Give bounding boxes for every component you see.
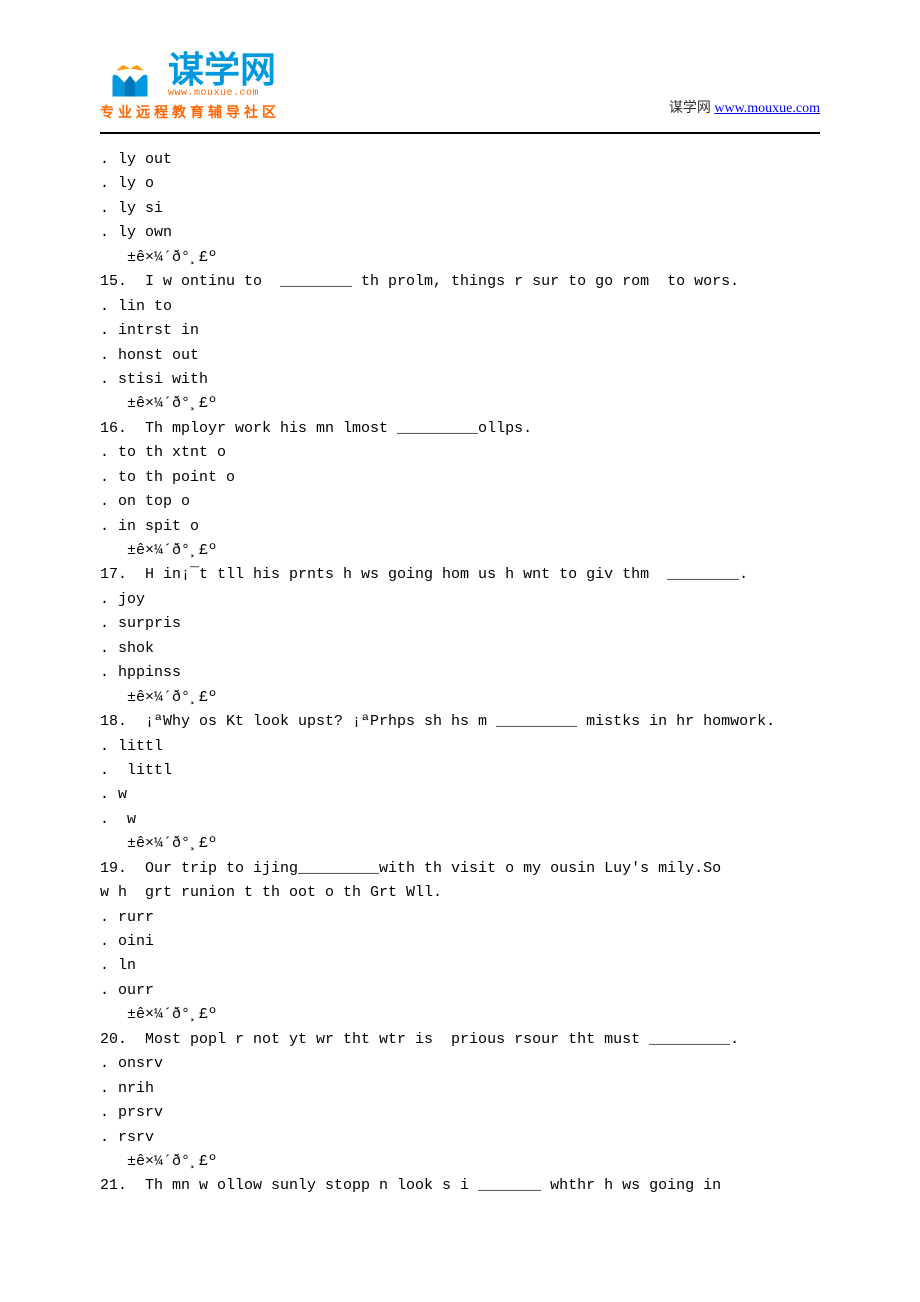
- text-line: 17. H in¡¯t tll his prnts h ws going hom…: [100, 563, 820, 587]
- text-line: 20. Most popl r not yt wr tht wtr is pri…: [100, 1028, 820, 1052]
- text-line: . hppinss: [100, 661, 820, 685]
- text-line: . ly out: [100, 148, 820, 172]
- text-line: . shok: [100, 637, 820, 661]
- logo-top: 谋学网 www.mouxue.com: [100, 50, 280, 100]
- text-line: . w: [100, 783, 820, 807]
- text-line: . surpris: [100, 612, 820, 636]
- text-line: . stisi with: [100, 368, 820, 392]
- text-line: . rurr: [100, 906, 820, 930]
- text-line: 18. ¡ªWhy os Kt look upst? ¡ªPrhps sh hs…: [100, 710, 820, 734]
- text-line: . ourr: [100, 979, 820, 1003]
- logo-graphic-icon: [100, 65, 160, 100]
- text-line: ±ê×¼´ð°¸£º: [100, 1003, 820, 1027]
- document-content: . ly out . ly o . ly si . ly own ±ê×¼´ð°…: [0, 134, 920, 1199]
- text-line: 21. Th mn w ollow sunly stopp n look s i…: [100, 1174, 820, 1198]
- text-line: . littl: [100, 735, 820, 759]
- text-line: . onsrv: [100, 1052, 820, 1076]
- text-line: ±ê×¼´ð°¸£º: [100, 392, 820, 416]
- text-line: ±ê×¼´ð°¸£º: [100, 686, 820, 710]
- text-line: ±ê×¼´ð°¸£º: [100, 539, 820, 563]
- text-line: . ly own: [100, 221, 820, 245]
- logo-text-block: 谋学网 www.mouxue.com: [168, 52, 276, 99]
- text-line: . prsrv: [100, 1101, 820, 1125]
- text-line: ±ê×¼´ð°¸£º: [100, 246, 820, 270]
- logo-chinese-text: 谋学网: [168, 52, 276, 88]
- text-line: ±ê×¼´ð°¸£º: [100, 832, 820, 856]
- header-link[interactable]: www.mouxue.com: [714, 101, 820, 116]
- text-line: . nrih: [100, 1077, 820, 1101]
- text-line: . ly o: [100, 172, 820, 196]
- text-line: . honst out: [100, 344, 820, 368]
- text-line: . lin to: [100, 295, 820, 319]
- text-line: . littl: [100, 759, 820, 783]
- header-right-text: 谋学网: [669, 101, 711, 116]
- text-line: . intrst in: [100, 319, 820, 343]
- text-line: . rsrv: [100, 1126, 820, 1150]
- logo-icon: [100, 50, 160, 100]
- text-line: . in spit o: [100, 515, 820, 539]
- text-line: . oini: [100, 930, 820, 954]
- text-line: . w: [100, 808, 820, 832]
- text-line: . joy: [100, 588, 820, 612]
- text-line: 15. I w ontinu to ________ th prolm, thi…: [100, 270, 820, 294]
- text-line: w h grt runion t th oot o th Grt Wll.: [100, 881, 820, 905]
- text-line: . ly si: [100, 197, 820, 221]
- logo-area: 谋学网 www.mouxue.com 专业远程教育辅导社区: [100, 50, 280, 122]
- text-line: . on top o: [100, 490, 820, 514]
- text-line: . ln: [100, 954, 820, 978]
- text-line: 19. Our trip to ijing_________with th vi…: [100, 857, 820, 881]
- text-line: ±ê×¼´ð°¸£º: [100, 1150, 820, 1174]
- text-line: . to th point o: [100, 466, 820, 490]
- header-right: 谋学网 www.mouxue.com: [669, 97, 820, 122]
- page-header: 谋学网 www.mouxue.com 专业远程教育辅导社区 谋学网 www.mo…: [0, 0, 920, 132]
- logo-subtitle: 专业远程教育辅导社区: [100, 102, 280, 122]
- text-line: . to th xtnt o: [100, 441, 820, 465]
- logo-url-text: www.mouxue.com: [168, 88, 276, 99]
- text-line: 16. Th mployr work his mn lmost ________…: [100, 417, 820, 441]
